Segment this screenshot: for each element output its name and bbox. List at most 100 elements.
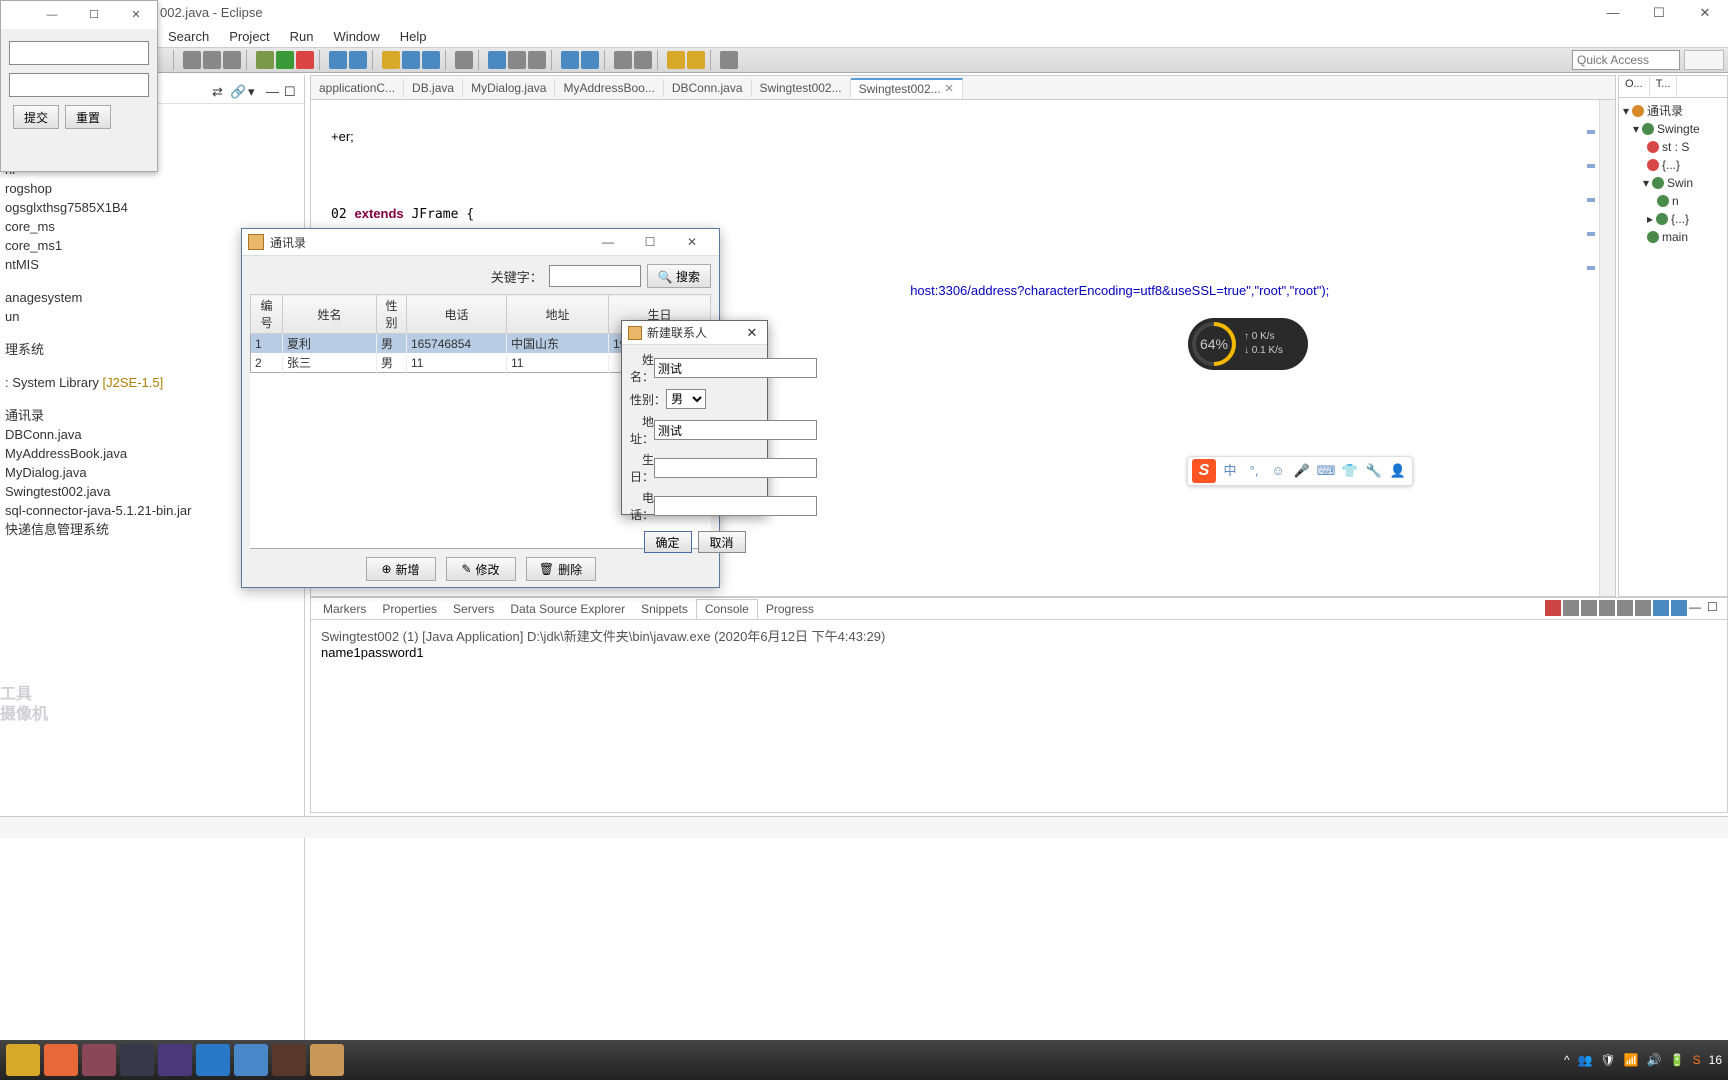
terminate-icon[interactable] — [1545, 600, 1561, 616]
toolbar-btn[interactable] — [422, 51, 440, 69]
toolbar-btn[interactable] — [402, 51, 420, 69]
sogou-logo-icon[interactable]: S — [1192, 459, 1216, 483]
col-sex[interactable]: 性别 — [377, 295, 407, 334]
toolbar-btn[interactable] — [382, 51, 400, 69]
tab-console[interactable]: Console — [696, 599, 758, 619]
outline-item[interactable]: st : S — [1623, 138, 1723, 156]
editor-tab[interactable]: MyAddressBoo... — [555, 79, 663, 97]
console-output[interactable]: Swingtest002 (1) [Java Application] D:\j… — [311, 620, 1727, 666]
tray-battery-icon[interactable]: 🔋 — [1670, 1053, 1685, 1067]
minimize-icon[interactable]: — — [1590, 0, 1636, 25]
pin-icon[interactable] — [1635, 600, 1651, 616]
outline-item[interactable]: ▾ Swingte — [1623, 120, 1723, 138]
menu-search[interactable]: Search — [160, 27, 217, 46]
toolbar-btn[interactable] — [349, 51, 367, 69]
username-input[interactable] — [9, 41, 149, 65]
menu-window[interactable]: Window — [326, 27, 388, 46]
remove-icon[interactable] — [1563, 600, 1579, 616]
toolbar-btn[interactable] — [528, 51, 546, 69]
menu-run[interactable]: Run — [282, 27, 322, 46]
editor-scrollbar[interactable] — [1599, 100, 1615, 596]
taskbar-app[interactable] — [196, 1044, 230, 1076]
display-icon[interactable] — [1653, 600, 1669, 616]
password-input[interactable] — [9, 73, 149, 97]
link-icon[interactable]: 🔗 — [230, 84, 246, 100]
tray-people-icon[interactable]: 👥 — [1578, 1053, 1593, 1067]
submit-button[interactable]: 提交 — [13, 105, 59, 129]
ime-keyboard-icon[interactable]: ⌨ — [1316, 461, 1336, 481]
tray-ime-icon[interactable]: S — [1693, 1053, 1701, 1067]
outline-item[interactable]: ▾ Swin — [1623, 174, 1723, 192]
run-icon[interactable] — [276, 51, 294, 69]
ime-user-icon[interactable]: 👤 — [1388, 461, 1408, 481]
window-titlebar[interactable]: 通讯录 — ☐ ✕ — [242, 229, 719, 256]
ok-button[interactable]: 确定 — [644, 531, 692, 553]
tab-data-source[interactable]: Data Source Explorer — [502, 600, 633, 618]
outline-item[interactable]: ▾ 通讯录 — [1623, 102, 1723, 120]
taskbar-app[interactable] — [272, 1044, 306, 1076]
search-button[interactable]: 🔍 搜索 — [647, 264, 711, 288]
tab-snippets[interactable]: Snippets — [633, 600, 696, 618]
perspective-switch[interactable] — [1684, 50, 1724, 70]
tray-volume-icon[interactable]: 🔊 — [1647, 1053, 1662, 1067]
outline-item[interactable]: n — [1623, 192, 1723, 210]
toolbar-btn[interactable] — [183, 51, 201, 69]
ime-toolbar[interactable]: S 中 °, ☺ 🎤 ⌨ 👕 🔧 👤 — [1187, 456, 1413, 486]
col-tel[interactable]: 电话 — [407, 295, 507, 334]
editor-tab-active[interactable]: Swingtest002...✕ — [851, 78, 963, 98]
debug-icon[interactable] — [256, 51, 274, 69]
tab-progress[interactable]: Progress — [758, 600, 822, 618]
col-name[interactable]: 姓名 — [283, 295, 377, 334]
close-icon[interactable]: ✕ — [671, 231, 713, 253]
ime-mic-icon[interactable]: 🎤 — [1292, 461, 1312, 481]
taskbar-app-java[interactable] — [310, 1044, 344, 1076]
scroll-lock-icon[interactable] — [1617, 600, 1633, 616]
ime-punct-icon[interactable]: °, — [1244, 461, 1264, 481]
taskbar-app[interactable] — [234, 1044, 268, 1076]
taskbar-app[interactable] — [82, 1044, 116, 1076]
min-icon[interactable]: — — [1689, 600, 1705, 616]
editor-tab[interactable]: MyDialog.java — [463, 79, 555, 97]
tray-clock[interactable]: 16 — [1709, 1054, 1722, 1067]
minimize-icon[interactable]: — — [587, 231, 629, 253]
close-icon[interactable]: ✕ — [115, 1, 157, 29]
outline-item[interactable]: ▸ {...} — [1623, 210, 1723, 228]
maximize-icon[interactable]: ☐ — [1636, 0, 1682, 25]
taskbar-app[interactable] — [6, 1044, 40, 1076]
taskbar-app[interactable] — [120, 1044, 154, 1076]
maximize-icon[interactable]: ☐ — [284, 84, 300, 100]
tray-shield-icon[interactable]: 🛡 — [1601, 1053, 1616, 1067]
bday-input[interactable] — [654, 458, 817, 478]
toolbar-btn[interactable] — [455, 51, 473, 69]
minimize-icon[interactable]: — — [31, 1, 73, 29]
col-id[interactable]: 编号 — [251, 295, 283, 334]
toolbar-btn[interactable] — [223, 51, 241, 69]
toolbar-btn[interactable] — [203, 51, 221, 69]
outline-item[interactable]: main — [1623, 228, 1723, 246]
quick-access-input[interactable] — [1572, 50, 1680, 70]
run-ext-icon[interactable] — [296, 51, 314, 69]
tab-properties[interactable]: Properties — [374, 600, 445, 618]
edit-button[interactable]: ✎修改 — [446, 557, 516, 581]
close-icon[interactable]: ✕ — [743, 325, 761, 341]
editor-tab[interactable]: applicationC... — [311, 79, 404, 97]
editor-tab[interactable]: DB.java — [404, 79, 463, 97]
toolbar-btn[interactable] — [614, 51, 632, 69]
back-icon[interactable] — [667, 51, 685, 69]
editor-tab[interactable]: DBConn.java — [664, 79, 752, 97]
toolbar-btn[interactable] — [488, 51, 506, 69]
editor-tab[interactable]: Swingtest002... — [752, 79, 851, 97]
menu-icon[interactable]: ▾ — [248, 84, 264, 100]
ime-lang[interactable]: 中 — [1220, 461, 1240, 481]
menu-help[interactable]: Help — [392, 27, 435, 46]
taskbar-app[interactable] — [44, 1044, 78, 1076]
tray-up-icon[interactable]: ^ — [1564, 1053, 1570, 1067]
collapse-icon[interactable]: ⇄ — [212, 84, 228, 100]
dialog-titlebar[interactable]: 新建联系人 ✕ — [622, 321, 767, 345]
tray-wifi-icon[interactable]: 📶 — [1624, 1053, 1639, 1067]
remove-all-icon[interactable] — [1581, 600, 1597, 616]
tree-item[interactable]: ogsglxthsg7585X1B4 — [3, 198, 304, 217]
tel-input[interactable] — [654, 496, 817, 516]
reset-button[interactable]: 重置 — [65, 105, 111, 129]
name-input[interactable] — [654, 358, 817, 378]
